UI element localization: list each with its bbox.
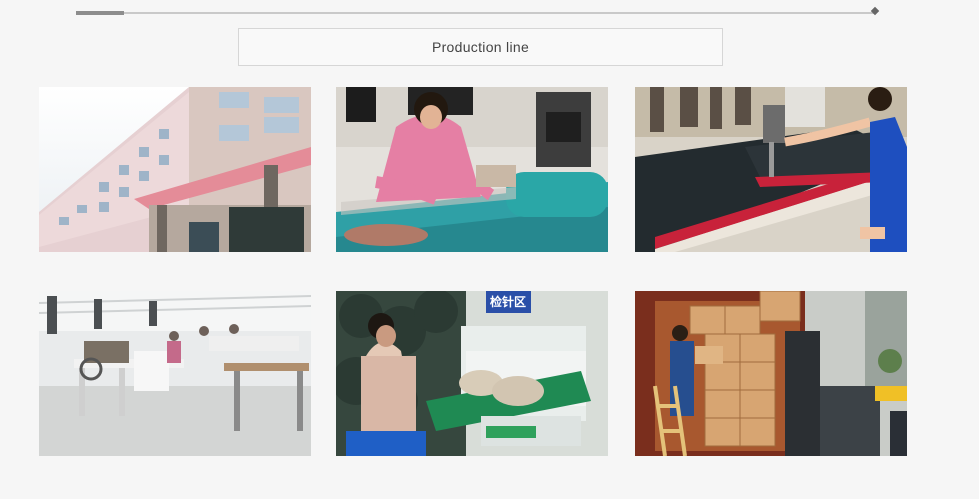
inspection-area-sign: 检针区 [490,294,526,309]
photo-shipping-loading[interactable] [635,291,907,456]
section-title-box: Production line [238,28,723,66]
foam-cutting-image [635,87,907,252]
photo-needle-detection[interactable]: 检针区 [336,291,608,456]
production-line-section: Production line 检针区 [0,0,979,499]
scroll-progress-bar[interactable] [76,6,880,16]
shipping-loading-image [635,291,907,456]
needle-detection-image: 检针区 [336,291,608,456]
photo-factory-building[interactable] [39,87,311,252]
scroll-progress-fill [76,11,124,15]
sewing-workshop-image [39,291,311,456]
photo-sewing-workshop[interactable] [39,291,311,456]
pattern-tracing-image [336,87,608,252]
photo-pattern-tracing[interactable] [336,87,608,252]
progress-end-marker-icon [870,6,880,16]
photo-foam-cutting[interactable] [635,87,907,252]
factory-building-image [39,87,311,252]
section-title: Production line [431,39,530,55]
